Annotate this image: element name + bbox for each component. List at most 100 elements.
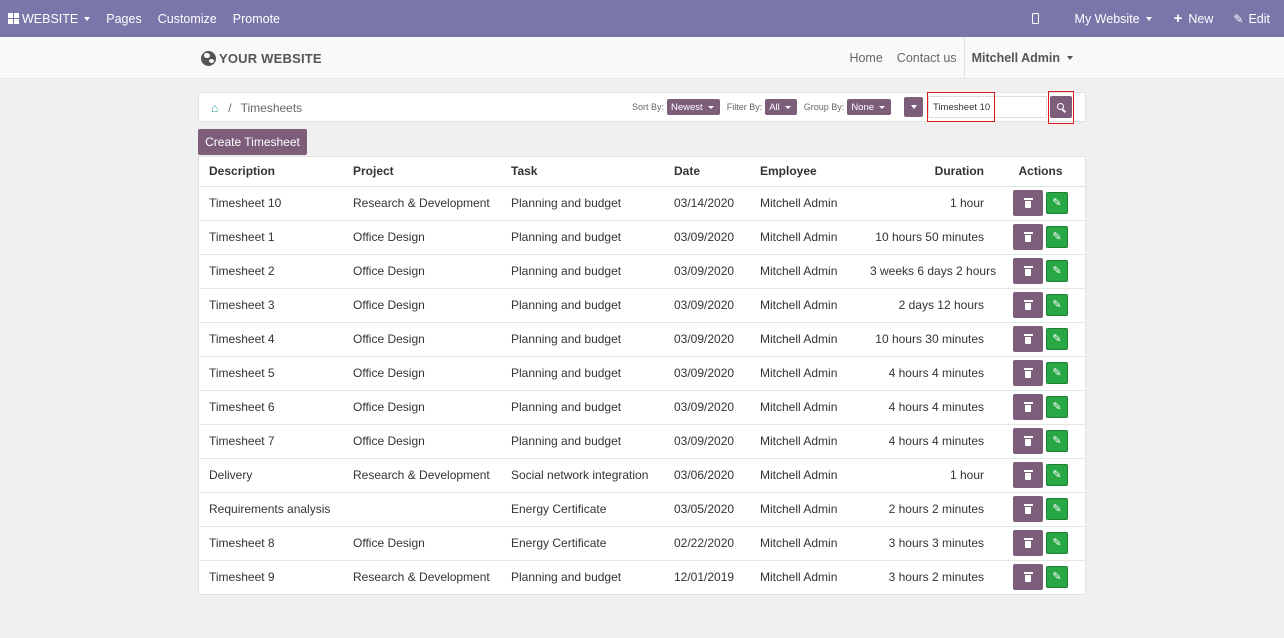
delete-button[interactable] bbox=[1013, 530, 1043, 556]
edit-row-button[interactable]: ✎ bbox=[1046, 464, 1068, 486]
cell-date: 03/09/2020 bbox=[664, 424, 750, 459]
cell-project: Office Design bbox=[343, 288, 501, 323]
cell-actions: ✎ bbox=[994, 492, 1087, 527]
create-timesheet-button[interactable]: Create Timesheet bbox=[198, 129, 307, 155]
group-dropdown[interactable]: None bbox=[847, 99, 892, 115]
edit-row-button[interactable]: ✎ bbox=[1046, 328, 1068, 350]
delete-button[interactable] bbox=[1013, 462, 1043, 488]
edit-row-button[interactable]: ✎ bbox=[1046, 396, 1068, 418]
edit-button[interactable]: ✎ Edit bbox=[1225, 0, 1278, 37]
search-options-dropdown[interactable] bbox=[904, 97, 923, 117]
delete-button[interactable] bbox=[1013, 428, 1043, 454]
user-menu[interactable]: Mitchell Admin bbox=[963, 37, 1080, 79]
edit-row-button[interactable]: ✎ bbox=[1046, 498, 1068, 520]
cell-date: 03/09/2020 bbox=[664, 288, 750, 323]
cell-employee: Mitchell Admin bbox=[750, 424, 860, 459]
delete-button[interactable] bbox=[1013, 326, 1043, 352]
edit-row-button[interactable]: ✎ bbox=[1046, 430, 1068, 452]
edit-row-button[interactable]: ✎ bbox=[1046, 260, 1068, 282]
new-button[interactable]: + New bbox=[1166, 0, 1222, 37]
edit-row-button[interactable]: ✎ bbox=[1046, 226, 1068, 248]
delete-button[interactable] bbox=[1013, 258, 1043, 284]
cell-duration: 1 hour bbox=[860, 458, 994, 493]
topbar-right: My Website + New ✎ Edit bbox=[1024, 0, 1284, 37]
edit-row-button[interactable]: ✎ bbox=[1046, 566, 1068, 589]
table-row: Timesheet 3 Office Design Planning and bud… bbox=[199, 288, 1087, 323]
edit-row-button[interactable]: ✎ bbox=[1046, 192, 1068, 214]
sort-label: Sort By: bbox=[632, 102, 665, 112]
cell-employee: Mitchell Admin bbox=[750, 322, 860, 357]
delete-button[interactable] bbox=[1013, 190, 1043, 216]
site-nav: Home Contact us Mitchell Admin bbox=[842, 37, 1080, 79]
promote-menu[interactable]: Promote bbox=[225, 0, 288, 37]
my-website-menu[interactable]: My Website bbox=[1067, 0, 1160, 37]
globe-icon bbox=[201, 51, 216, 66]
delete-button[interactable] bbox=[1013, 360, 1043, 386]
delete-button[interactable] bbox=[1013, 394, 1043, 420]
customize-menu[interactable]: Customize bbox=[150, 0, 225, 37]
nav-home[interactable]: Home bbox=[842, 37, 889, 79]
breadcrumb-separator: / bbox=[228, 101, 232, 115]
trash-icon bbox=[1023, 436, 1033, 446]
cell-employee: Mitchell Admin bbox=[750, 356, 860, 391]
filter-label: Filter By: bbox=[726, 102, 763, 112]
pencil-icon: ✎ bbox=[1052, 570, 1062, 583]
delete-button[interactable] bbox=[1013, 564, 1043, 591]
trash-icon bbox=[1023, 572, 1033, 582]
pencil-icon: ✎ bbox=[1052, 502, 1062, 515]
pages-menu[interactable]: Pages bbox=[98, 0, 149, 37]
breadcrumb: ⌂ / Timesheets bbox=[211, 101, 302, 115]
website-menu[interactable]: WEBSITE bbox=[0, 0, 98, 37]
pencil-icon: ✎ bbox=[1052, 468, 1062, 481]
chevron-down-icon bbox=[707, 105, 714, 109]
search-button[interactable] bbox=[1050, 96, 1072, 118]
cell-project: Research & Development bbox=[343, 458, 501, 493]
cell-date: 02/22/2020 bbox=[664, 526, 750, 561]
search-input[interactable] bbox=[928, 96, 1047, 118]
timesheet-table: Description Project Task Date Employee D… bbox=[199, 157, 1087, 594]
edit-row-button[interactable]: ✎ bbox=[1046, 294, 1068, 316]
cell-project: Office Design bbox=[343, 220, 501, 255]
home-icon[interactable]: ⌂ bbox=[211, 101, 218, 115]
chevron-down-icon bbox=[1145, 16, 1152, 21]
cell-task: Energy Certificate bbox=[501, 526, 664, 561]
chevron-down-icon bbox=[879, 105, 886, 109]
filter-dropdown[interactable]: All bbox=[765, 99, 797, 115]
trash-icon bbox=[1023, 232, 1033, 242]
row-actions: ✎ bbox=[1004, 462, 1077, 488]
delete-button[interactable] bbox=[1013, 496, 1043, 522]
cell-actions: ✎ bbox=[994, 288, 1087, 323]
sort-dropdown[interactable]: Newest bbox=[667, 99, 720, 115]
cell-project: Research & Development bbox=[343, 186, 501, 221]
mobile-preview-button[interactable] bbox=[1024, 0, 1067, 37]
header-project: Project bbox=[343, 157, 501, 187]
edit-row-button[interactable]: ✎ bbox=[1046, 532, 1068, 554]
cell-project: Office Design bbox=[343, 526, 501, 561]
cell-actions: ✎ bbox=[994, 254, 1087, 289]
cell-employee: Mitchell Admin bbox=[750, 390, 860, 425]
edit-row-button[interactable]: ✎ bbox=[1046, 362, 1068, 384]
breadcrumb-current: Timesheets bbox=[240, 101, 303, 115]
pencil-icon: ✎ bbox=[1052, 366, 1062, 379]
delete-button[interactable] bbox=[1013, 292, 1043, 318]
cell-date: 03/09/2020 bbox=[664, 356, 750, 391]
row-actions: ✎ bbox=[1004, 360, 1077, 386]
row-actions: ✎ bbox=[1004, 326, 1077, 352]
cell-description: Delivery bbox=[199, 458, 343, 493]
cell-task: Planning and budget bbox=[501, 254, 664, 289]
pencil-icon: ✎ bbox=[1052, 264, 1062, 277]
cell-task: Planning and budget bbox=[511, 570, 622, 585]
pencil-icon: ✎ bbox=[1052, 434, 1062, 447]
trash-icon bbox=[1023, 470, 1033, 480]
delete-button[interactable] bbox=[1013, 224, 1043, 250]
cell-date: 03/09/2020 bbox=[664, 322, 750, 357]
site-logo[interactable]: YOUR WEBSITE bbox=[201, 51, 322, 66]
row-actions: ✎ bbox=[1004, 394, 1077, 420]
nav-contact[interactable]: Contact us bbox=[890, 37, 964, 79]
cell-actions: ✎ bbox=[994, 220, 1087, 255]
cell-project: Office Design bbox=[343, 356, 501, 391]
table-row: Delivery Research & Development Social net… bbox=[199, 458, 1087, 493]
plus-icon: + bbox=[1173, 10, 1183, 27]
cell-duration: 2 days 12 hours bbox=[860, 288, 994, 323]
cell-duration: 4 hours 4 minutes bbox=[860, 424, 994, 459]
